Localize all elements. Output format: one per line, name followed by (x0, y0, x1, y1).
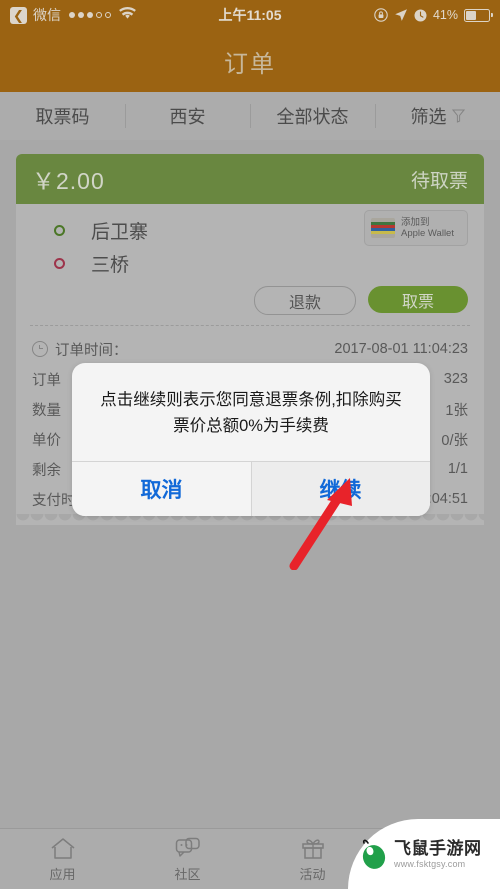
tab-label: 应用 (49, 867, 76, 882)
funnel-icon (451, 109, 465, 123)
tab-label: 活动 (299, 867, 326, 882)
watermark-text: 飞鼠手游网 www.fsktgsy.com (394, 840, 482, 869)
home-icon (50, 835, 76, 860)
rotation-lock-icon (374, 8, 388, 22)
gift-icon (300, 835, 326, 860)
page-title: 订单 (224, 50, 276, 78)
location-arrow-icon (394, 8, 408, 22)
ticket-price: ￥2.00 (32, 168, 105, 194)
chevron-left-icon[interactable]: ❮ (10, 6, 27, 24)
meta-label: 订单 (32, 372, 61, 389)
filter-label: 全部状态 (276, 107, 349, 127)
filter-item-filter[interactable]: 筛选 (375, 92, 500, 140)
battery-percent-label: 41% (432, 8, 458, 22)
filter-label: 取票码 (35, 107, 90, 127)
meta-label: 订单时间： (55, 342, 128, 359)
signal-strength-dots (69, 12, 111, 18)
dialog-actions: 取消 继续 (72, 462, 430, 516)
filter-label: 筛选 (410, 107, 447, 127)
tab-apps[interactable]: 应用 (0, 835, 125, 883)
back-app-label[interactable]: 微信 (33, 5, 61, 25)
meta-value: 0/张 (441, 432, 468, 449)
dialog-message: 点击继续则表示您同意退票条例,扣除购买票价总额0%为手续费 (100, 391, 402, 435)
clock-icon (32, 341, 48, 357)
filter-item-city[interactable]: 西安 (125, 92, 250, 140)
status-bar: ❮ 微信 上午11:05 41% (0, 0, 500, 30)
ticket-header: ￥2.00 待取票 (16, 154, 484, 204)
destination-station-row: 三桥 (16, 247, 484, 280)
watermark-url: www.fsktgsy.com (394, 858, 466, 869)
origin-marker-icon (54, 225, 65, 236)
destination-station-name: 三桥 (91, 255, 130, 276)
status-badge: 待取票 (410, 170, 468, 192)
cancel-button[interactable]: 取消 (72, 462, 251, 516)
meta-value: 1张 (445, 402, 468, 419)
filter-item-pickup-code[interactable]: 取票码 (0, 92, 125, 140)
chat-bubbles-icon (175, 835, 201, 860)
meta-value: 1/1 (447, 461, 468, 477)
filter-label: 西安 (169, 107, 206, 127)
ticket-actions: 退款 取票 (16, 280, 484, 325)
phone-screen: ❮ 微信 上午11:05 41% 订单 取票码 西安 全部状态 筛选 ￥2.00… (0, 0, 500, 889)
confirm-button[interactable]: 继续 (251, 462, 430, 516)
wallet-line1: 添加到 (401, 217, 430, 228)
refund-confirm-dialog: 点击继续则表示您同意退票条例,扣除购买票价总额0%为手续费 取消 继续 (72, 363, 430, 516)
meta-value: 2017-08-01 11:04:23 (334, 341, 468, 357)
tab-community[interactable]: 社区 (125, 835, 250, 883)
status-bar-left: ❮ 微信 (10, 5, 136, 25)
origin-station-name: 后卫寨 (91, 222, 149, 243)
wallet-card-icon (371, 218, 395, 238)
watermark-name: 飞鼠手游网 (394, 838, 482, 858)
alarm-clock-icon (414, 9, 427, 22)
meta-row: 订单时间： 2017-08-01 11:04:23 (32, 334, 468, 364)
refund-button[interactable]: 退款 (254, 286, 356, 315)
wifi-icon (119, 7, 136, 23)
wallet-button-label: 添加到 Apple Wallet (401, 217, 454, 239)
destination-marker-icon (54, 258, 65, 269)
tab-label: 社区 (174, 867, 201, 882)
battery-icon (464, 8, 493, 22)
mouse-logo-icon (362, 839, 386, 869)
nav-bar: 订单 (0, 30, 500, 92)
pickup-button[interactable]: 取票 (368, 286, 468, 313)
station-section: 添加到 Apple Wallet 后卫寨 三桥 (16, 204, 484, 280)
status-bar-right: 41% (374, 8, 493, 22)
meta-label: 数量 (32, 402, 61, 419)
wallet-line2: Apple Wallet (401, 228, 454, 239)
meta-label: 剩余 (32, 462, 61, 479)
meta-label: 单价 (32, 432, 61, 449)
filter-item-status[interactable]: 全部状态 (250, 92, 375, 140)
filter-bar: 取票码 西安 全部状态 筛选 (0, 92, 500, 141)
meta-value: 323 (443, 371, 468, 387)
add-to-apple-wallet-button[interactable]: 添加到 Apple Wallet (364, 210, 468, 246)
